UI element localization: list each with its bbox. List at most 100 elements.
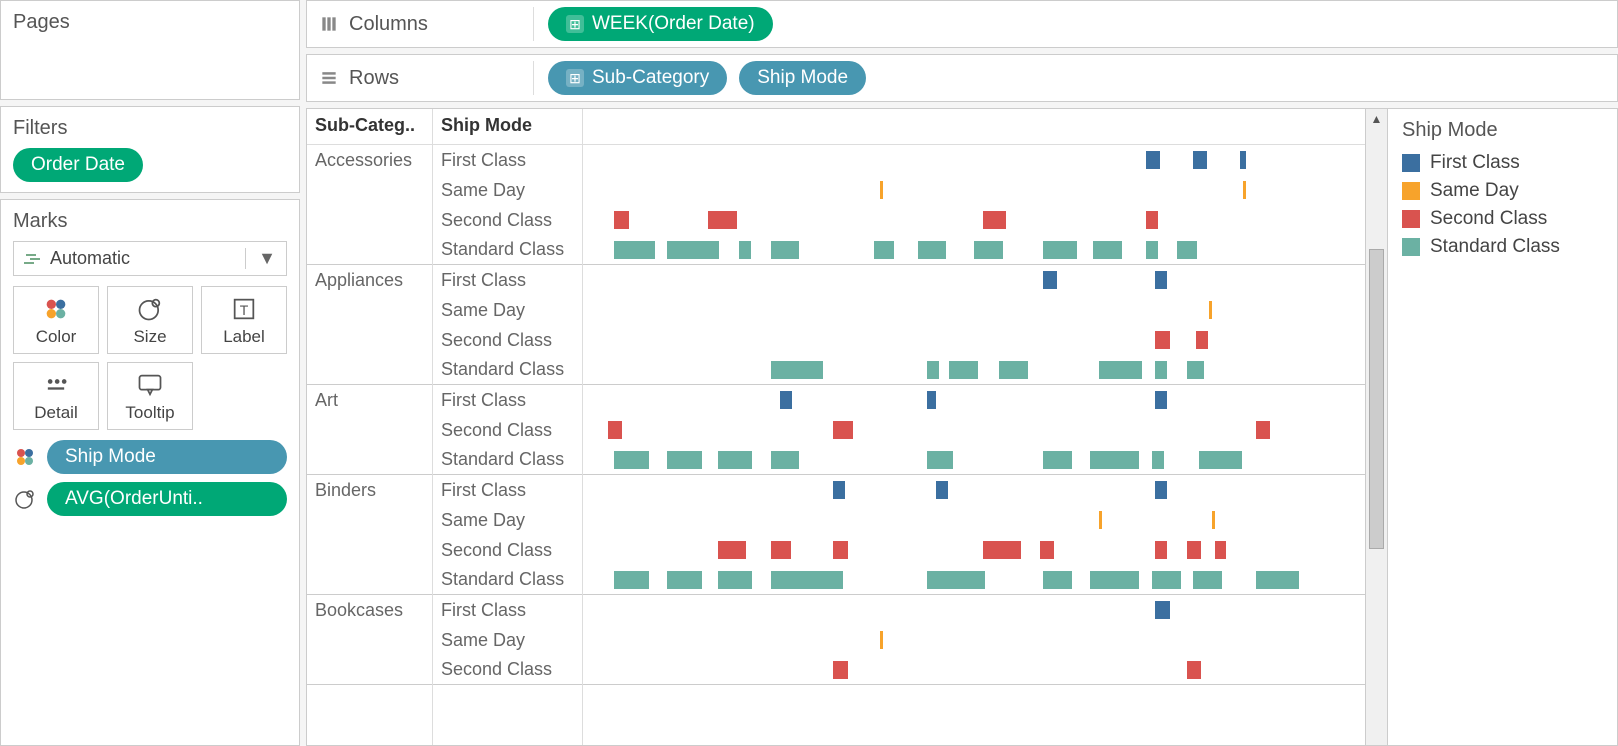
gantt-mark[interactable] [608, 421, 622, 439]
marks-label-card[interactable]: T Label [201, 286, 287, 354]
row-header-shipmode[interactable]: Second Class [433, 655, 582, 685]
gantt-mark[interactable] [1152, 451, 1164, 469]
gantt-mark[interactable] [1099, 361, 1142, 379]
gantt-mark[interactable] [1099, 511, 1102, 529]
visualization-canvas[interactable]: Sub-Categ.. AccessoriesAppliancesArtBind… [307, 109, 1365, 745]
gantt-mark[interactable] [771, 361, 823, 379]
row-header-subcategory[interactable] [307, 655, 432, 685]
row-header-subcategory[interactable] [307, 175, 432, 205]
gantt-mark[interactable] [667, 451, 702, 469]
gantt-mark[interactable] [833, 481, 845, 499]
gantt-mark[interactable] [1043, 571, 1072, 589]
gantt-mark[interactable] [1155, 541, 1167, 559]
row-header-subcategory[interactable]: Art [307, 385, 432, 415]
row-header-subcategory[interactable] [307, 505, 432, 535]
row-header-shipmode[interactable]: Standard Class [433, 445, 582, 475]
gantt-mark[interactable] [1256, 571, 1299, 589]
legend-item[interactable]: Standard Class [1402, 236, 1603, 258]
marks-detail-card[interactable]: Detail [13, 362, 99, 430]
row-header-subcategory[interactable] [307, 235, 432, 265]
row-header-shipmode[interactable]: First Class [433, 475, 582, 505]
row-header-subcategory[interactable]: Binders [307, 475, 432, 505]
gantt-mark[interactable] [614, 571, 649, 589]
pages-shelf[interactable]: Pages [0, 0, 300, 100]
row-header-subcategory[interactable] [307, 295, 432, 325]
marks-size-pill-avg-orderuntil[interactable]: AVG(OrderUnti.. [47, 482, 287, 516]
gantt-mark[interactable] [1146, 151, 1160, 169]
gantt-mark[interactable] [771, 541, 791, 559]
gantt-mark[interactable] [1155, 601, 1169, 619]
gantt-mark[interactable] [927, 361, 939, 379]
gantt-mark[interactable] [1256, 421, 1270, 439]
gantt-mark[interactable] [1090, 571, 1139, 589]
scroll-thumb[interactable] [1369, 249, 1384, 549]
gantt-mark[interactable] [739, 241, 751, 259]
gantt-mark[interactable] [771, 571, 843, 589]
columns-pill-week-order-date[interactable]: ⊞ WEEK(Order Date) [548, 7, 773, 41]
gantt-mark[interactable] [880, 181, 883, 199]
expand-icon[interactable]: ⊞ [566, 15, 584, 33]
gantt-mark[interactable] [708, 211, 737, 229]
gantt-mark[interactable] [1043, 241, 1078, 259]
gantt-mark[interactable] [1243, 181, 1246, 199]
gantt-mark[interactable] [949, 361, 978, 379]
gantt-mark[interactable] [1212, 511, 1215, 529]
row-header-subcategory[interactable] [307, 565, 432, 595]
gantt-mark[interactable] [614, 241, 654, 259]
filter-pill-order-date[interactable]: Order Date [13, 148, 143, 182]
gantt-mark[interactable] [667, 241, 719, 259]
gantt-mark[interactable] [1155, 361, 1167, 379]
row-header-shipmode[interactable]: Same Day [433, 295, 582, 325]
gantt-mark[interactable] [780, 391, 792, 409]
row-header-shipmode[interactable]: First Class [433, 385, 582, 415]
row-header-subcategory[interactable]: Accessories [307, 145, 432, 175]
gantt-mark[interactable] [1155, 481, 1167, 499]
vertical-scrollbar[interactable]: ▲ [1365, 109, 1387, 745]
gantt-mark[interactable] [1187, 661, 1201, 679]
gantt-mark[interactable] [1196, 331, 1208, 349]
gantt-mark[interactable] [718, 541, 747, 559]
row-header-subcategory[interactable] [307, 445, 432, 475]
rows-pill-sub-category[interactable]: ⊞ Sub-Category [548, 61, 727, 95]
gantt-mark[interactable] [771, 241, 800, 259]
row-header-shipmode[interactable]: Same Day [433, 505, 582, 535]
gantt-mark[interactable] [1090, 451, 1139, 469]
gantt-mark[interactable] [880, 631, 883, 649]
expand-icon[interactable]: ⊞ [566, 69, 584, 87]
gantt-mark[interactable] [1043, 451, 1072, 469]
gantt-mark[interactable] [1215, 541, 1227, 559]
gantt-mark[interactable] [614, 451, 649, 469]
marks-color-pill-shipmode[interactable]: Ship Mode [47, 440, 287, 474]
gantt-mark[interactable] [927, 571, 985, 589]
row-header-shipmode[interactable]: Second Class [433, 535, 582, 565]
gantt-mark[interactable] [874, 241, 894, 259]
gantt-mark[interactable] [833, 661, 847, 679]
row-header-subcategory[interactable]: Bookcases [307, 595, 432, 625]
gantt-mark[interactable] [1199, 451, 1242, 469]
gantt-mark[interactable] [667, 571, 702, 589]
row-header-shipmode[interactable]: Same Day [433, 175, 582, 205]
row-header-subcategory[interactable] [307, 415, 432, 445]
gantt-mark[interactable] [1043, 271, 1057, 289]
gantt-mark[interactable] [1155, 271, 1167, 289]
marks-tooltip-card[interactable]: Tooltip [107, 362, 193, 430]
gantt-mark[interactable] [1187, 361, 1204, 379]
gantt-mark[interactable] [1152, 571, 1181, 589]
row-header-shipmode[interactable]: Second Class [433, 325, 582, 355]
gantt-mark[interactable] [1155, 391, 1167, 409]
legend-item[interactable]: Same Day [1402, 180, 1603, 202]
gantt-mark[interactable] [833, 541, 847, 559]
row-header-subcategory[interactable] [307, 325, 432, 355]
gantt-mark[interactable] [927, 391, 936, 409]
gantt-mark[interactable] [1177, 241, 1197, 259]
gantt-mark[interactable] [1093, 241, 1122, 259]
gantt-mark[interactable] [927, 451, 953, 469]
gantt-mark[interactable] [1040, 541, 1054, 559]
gantt-mark[interactable] [1146, 241, 1158, 259]
row-header-subcategory[interactable] [307, 625, 432, 655]
gantt-mark[interactable] [918, 241, 947, 259]
marks-size-card[interactable]: Size [107, 286, 193, 354]
row-header-subcategory[interactable]: Appliances [307, 265, 432, 295]
legend-item[interactable]: Second Class [1402, 208, 1603, 230]
gantt-mark[interactable] [1209, 301, 1212, 319]
